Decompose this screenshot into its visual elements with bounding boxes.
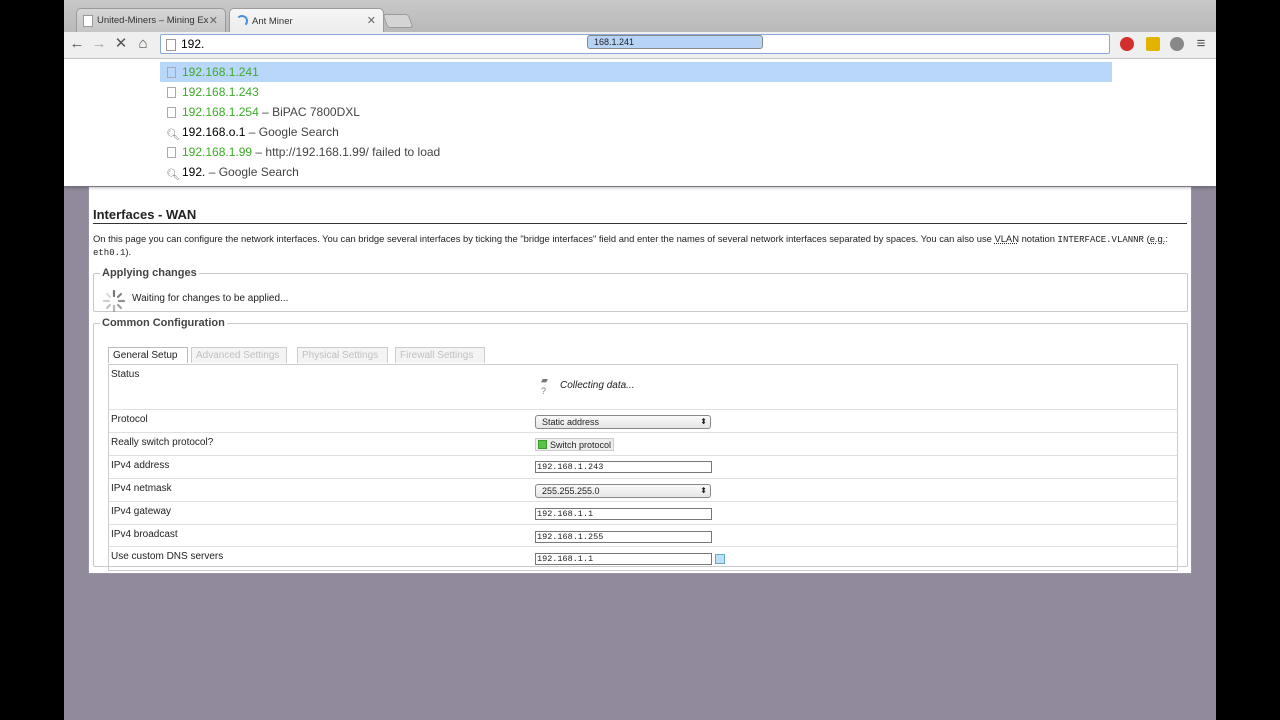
suggestion-item[interactable]: 🔍︎ 192.168.o.1 – Google Search [160,122,1112,142]
suggestion-item[interactable]: 192.168.1.99 – http://192.168.1.99/ fail… [160,142,1112,162]
switch-protocol-row: Really switch protocol? Switch protocol [109,433,1177,456]
page-icon [167,67,176,78]
vlan-abbr: VLAN [994,233,1019,244]
select-arrows-icon: ⬍ [700,417,707,426]
opera-extension-icon[interactable] [1120,37,1134,51]
tab-general-setup[interactable]: General Setup [108,347,188,363]
suggestion-item[interactable]: 🔍︎ 192. – Google Search [160,162,1112,182]
gateway-input[interactable]: 192.168.1.1 [535,508,712,520]
tab-united-miners[interactable]: United-Miners – Mining Ex ✕ [76,8,226,32]
tab-ant-miner[interactable]: Ant Miner ✕ [229,8,384,33]
dns-row: Use custom DNS servers 192.168.1.1 [109,547,1177,570]
extension-circle-icon[interactable] [1170,37,1184,51]
netmask-label: IPv4 netmask [111,483,172,494]
page-description: On this page you can configure the netwo… [93,233,1168,258]
tab-firewall-settings[interactable]: Firewall Settings [395,347,485,363]
dns-label: Use custom DNS servers [111,551,224,562]
divider [93,223,1187,224]
home-icon[interactable]: ⌂ [134,35,152,53]
applying-legend: Applying changes [102,267,197,279]
gateway-row: IPv4 gateway 192.168.1.1 [109,502,1177,525]
forward-arrow-icon[interactable]: → [90,35,108,53]
dns-input[interactable]: 192.168.1.1 [535,553,712,565]
protocol-select[interactable]: Static address ⬍ [535,415,711,429]
omnibox-suggestions: 192.168.1.241 192.168.1.243 192.168.1.25… [64,59,1216,186]
url-selected: 168.1.241 [587,35,763,49]
page-icon [83,14,93,27]
stop-icon[interactable]: ✕ [112,35,130,53]
ipv4-address-label: IPv4 address [111,460,170,471]
search-icon: 🔍︎ [166,169,180,181]
extension-icon[interactable] [1146,37,1160,51]
general-setup-panel: Status ▰? Collecting data... Protocol St… [108,364,1178,571]
menu-icon[interactable]: ≡ [1192,35,1210,53]
page-title: Interfaces - WAN [93,207,197,222]
switch-protocol-button[interactable]: Switch protocol [535,438,615,451]
switch-icon [538,440,547,449]
select-arrows-icon: ⬍ [700,486,707,495]
url-typed: 192. [181,37,205,51]
tab-title: Ant Miner [252,15,293,27]
page-icon [167,87,176,98]
suggestion-item[interactable]: 192.168.1.241 [160,62,1112,82]
toolbar: ← → ✕ ⌂ 192. 168.1.241 ≡ [64,32,1216,59]
ipv4-address-input[interactable]: 192.168.1.243 [535,461,712,473]
close-icon[interactable]: ✕ [209,14,218,27]
address-bar[interactable]: 192. 168.1.241 [160,34,1110,54]
back-arrow-icon[interactable]: ← [68,35,86,53]
suggestion-item[interactable]: 192.168.1.254 – BiPAC 7800DXL [160,102,1112,122]
broadcast-input[interactable]: 192.168.1.255 [535,531,712,543]
close-icon[interactable]: ✕ [367,14,376,27]
broadcast-row: IPv4 broadcast 192.168.1.255 [109,525,1177,547]
page-content: Interfaces - WAN On this page you can co… [88,186,1192,574]
tab-advanced-settings[interactable]: Advanced Settings [191,347,287,363]
page-icon [167,147,176,158]
tab-title: United-Miners – Mining Ex [97,15,209,26]
browser-window: United-Miners – Mining Ex ✕ Ant Miner ✕ … [64,0,1216,720]
page-icon [167,107,176,118]
suggestion-item[interactable]: 192.168.1.243 [160,82,1112,102]
protocol-row: Protocol Static address ⬍ [109,410,1177,433]
netmask-row: IPv4 netmask 255.255.255.0 ⬍ [109,479,1177,502]
status-interface-icon: ▰? [541,375,548,396]
ipv4-address-row: IPv4 address 192.168.1.243 [109,456,1177,479]
new-tab-button[interactable] [382,14,414,28]
page-icon [166,39,176,51]
waiting-message: Waiting for changes to be applied... [132,293,289,304]
add-dns-icon[interactable] [715,554,725,564]
tab-strip: United-Miners – Mining Ex ✕ Ant Miner ✕ [64,0,1216,33]
loading-icon [236,15,248,27]
status-value: Collecting data... [560,380,635,391]
switch-protocol-label: Really switch protocol? [111,437,214,448]
netmask-select[interactable]: 255.255.255.0 ⬍ [535,484,711,498]
status-label: Status [111,369,140,380]
broadcast-label: IPv4 broadcast [111,529,178,540]
spinner-icon [102,289,126,313]
tab-physical-settings[interactable]: Physical Settings [297,347,388,363]
common-configuration-box: Common Configuration General Setup Advan… [93,317,1188,571]
status-row: Status ▰? Collecting data... [109,365,1177,410]
protocol-label: Protocol [111,414,148,425]
applying-changes-box: Applying changes Waiting for changes to … [93,267,1188,313]
common-legend: Common Configuration [102,317,225,329]
gateway-label: IPv4 gateway [111,506,172,517]
